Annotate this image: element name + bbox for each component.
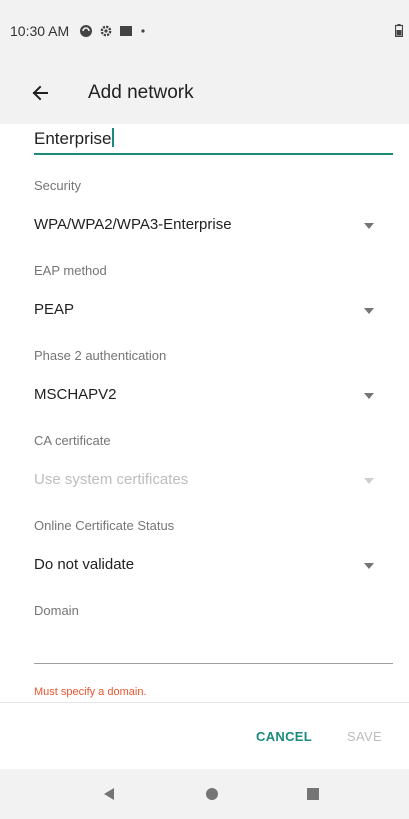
online-cert-status-label: Online Certificate Status (34, 518, 175, 533)
online-cert-status-value: Do not validate (34, 556, 135, 573)
sync-icon (79, 24, 93, 38)
ssid-value: Enterprise (34, 129, 112, 148)
back-button[interactable] (20, 73, 60, 113)
domain-input[interactable] (34, 636, 393, 660)
ca-certificate-value: Use system certificates (34, 471, 189, 488)
home-circle-icon (206, 788, 218, 800)
nav-back-button[interactable] (99, 784, 119, 804)
chevron-down-icon (364, 393, 374, 399)
ssid-field[interactable]: Enterprise (34, 128, 115, 149)
security-value: WPA/WPA2/WPA3-Enterprise (34, 216, 232, 233)
page-title: Add network (88, 82, 194, 103)
arrow-left-icon (32, 85, 48, 101)
status-time: 10:30 AM (10, 23, 70, 39)
dialog-actions: CANCEL SAVE (0, 703, 409, 769)
domain-label: Domain (34, 603, 79, 618)
square-icon (119, 24, 133, 38)
ca-certificate-label: CA certificate (34, 433, 111, 448)
navigation-bar (0, 769, 409, 819)
ssid-underline (34, 153, 393, 155)
phase2-value: MSCHAPV2 (34, 386, 117, 403)
eap-method-label: EAP method (34, 263, 107, 278)
phase2-label: Phase 2 authentication (34, 348, 167, 363)
back-triangle-icon (104, 788, 114, 800)
nav-recents-button[interactable] (303, 784, 323, 804)
add-network-form: Enterprise Security WPA/WPA2/WPA3-Enterp… (0, 124, 409, 702)
domain-underline (34, 663, 393, 664)
chevron-down-icon (364, 478, 374, 484)
text-cursor (112, 128, 115, 147)
domain-error-text: Must specify a domain. (34, 686, 147, 698)
cancel-button[interactable]: CANCEL (256, 729, 312, 744)
gear-icon (99, 24, 113, 38)
chevron-down-icon (364, 223, 374, 229)
chevron-down-icon (364, 308, 374, 314)
dot-icon (139, 24, 147, 38)
chevron-down-icon (364, 563, 374, 569)
recents-square-icon (307, 788, 319, 800)
app-bar: Add network (0, 62, 409, 124)
battery-icon (394, 24, 404, 40)
eap-method-value: PEAP (34, 301, 75, 318)
save-button: SAVE (347, 729, 382, 744)
security-label: Security (34, 178, 81, 193)
nav-home-button[interactable] (202, 784, 222, 804)
status-bar: 10:30 AM (0, 0, 409, 62)
